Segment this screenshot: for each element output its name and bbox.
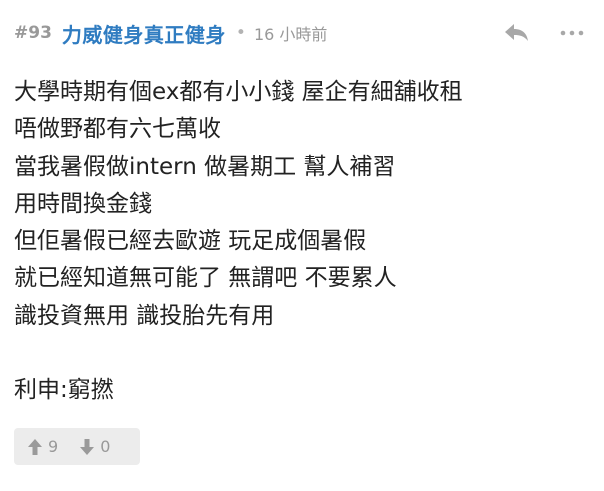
reply-button[interactable] (502, 20, 532, 46)
content-line: 當我暑假做intern 做暑期工 幫人補習 (14, 153, 396, 180)
arrow-down-icon (80, 438, 95, 455)
post-timestamp: 16 小時前 (253, 25, 328, 44)
upvote-button[interactable]: 9 (28, 428, 58, 465)
forum-post: #93 力威健身真正健身 • 16 小時前 大學時期有個ex都有小小錢 屋企有細… (0, 0, 604, 491)
downvote-button[interactable]: 0 (80, 428, 110, 465)
arrow-up-icon (28, 438, 42, 455)
content-line: 大學時期有個ex都有小小錢 屋企有細舖收租 (14, 79, 463, 105)
content-line: 用時間換金錢 (14, 190, 152, 217)
content-line: 但佢暑假已經去歐遊 玩足成個暑假 (14, 228, 367, 255)
reply-icon (505, 24, 528, 41)
username-link[interactable]: 力威健身真正健身 (62, 19, 226, 48)
upvote-count: 9 (48, 437, 59, 456)
content-line-blank (14, 335, 590, 372)
content-line: 識投資無用 識投胎先有用 (14, 302, 275, 329)
content-line: 就已經知道無可能了 無謂吧 不要累人 (14, 265, 397, 292)
downvote-count: 0 (100, 437, 111, 456)
post-content: 大學時期有個ex都有小小錢 屋企有細舖收租 唔做野都有六七萬收 當我暑假做int… (14, 74, 590, 410)
post-number[interactable]: #93 (14, 23, 52, 43)
more-options-icon (560, 30, 584, 36)
content-line: 唔做野都有六七萬收 (14, 116, 221, 143)
more-options-button[interactable] (554, 20, 590, 46)
vote-bar: 9 0 (14, 428, 140, 465)
post-header: #93 力威健身真正健身 • 16 小時前 (14, 18, 590, 48)
content-line: 利申:窮撚 (14, 377, 114, 404)
separator-dot: • (235, 23, 246, 43)
